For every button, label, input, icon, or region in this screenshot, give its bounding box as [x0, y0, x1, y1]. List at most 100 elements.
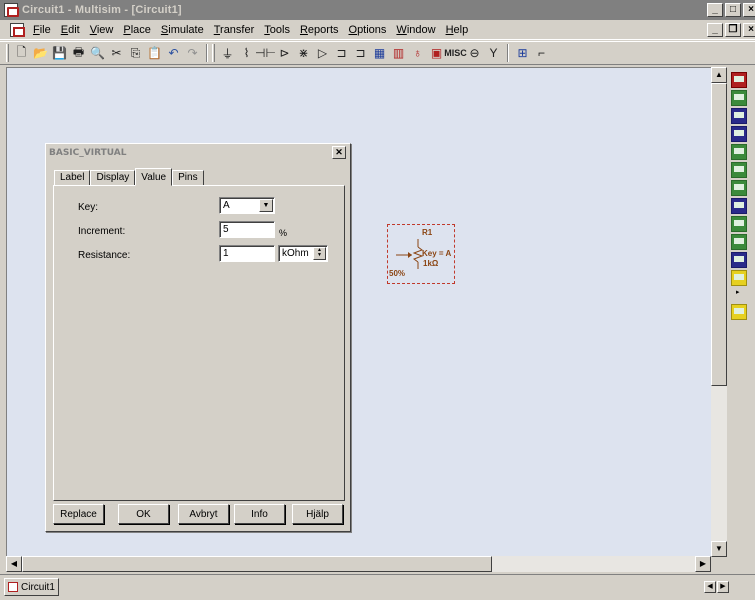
multisim-app-icon[interactable]: [4, 3, 19, 17]
spin-arrows-icon[interactable]: ▲ ▼: [313, 247, 326, 260]
menu-transfer[interactable]: Transfer: [209, 24, 260, 36]
key-select-value: A: [223, 200, 230, 211]
digital-icon[interactable]: ▥: [389, 44, 408, 63]
menu-file[interactable]: File: [28, 24, 56, 36]
labview-instrument-icon[interactable]: [731, 304, 747, 320]
copy-icon[interactable]: ⎘: [126, 44, 145, 63]
dialog-close-button[interactable]: ✕: [332, 146, 346, 159]
toolbar-separator: [507, 44, 509, 62]
bode-plotter-icon[interactable]: [731, 162, 747, 178]
menu-edit[interactable]: Edit: [56, 24, 85, 36]
replace-button[interactable]: Replace: [53, 504, 104, 524]
document-icon[interactable]: [10, 22, 25, 37]
cut-icon[interactable]: ✂: [107, 44, 126, 63]
undo-icon[interactable]: ↶: [164, 44, 183, 63]
window-title: Circuit1 - Multisim - [Circuit1]: [22, 4, 182, 16]
doc-restore-button[interactable]: ❐: [725, 23, 741, 37]
menu-window[interactable]: Window: [391, 24, 440, 36]
power-icon[interactable]: ▣: [427, 44, 446, 63]
resistor-icon[interactable]: ⌇: [237, 44, 256, 63]
help-button[interactable]: Hjälp: [292, 504, 343, 524]
key-select[interactable]: A ▼: [219, 197, 275, 214]
vertical-scrollbar[interactable]: ▲ ▼: [711, 67, 727, 557]
menu-help[interactable]: Help: [441, 24, 474, 36]
open-icon[interactable]: 📂: [31, 44, 50, 63]
cmos-icon[interactable]: ⊐: [351, 44, 370, 63]
doc-close-button[interactable]: ×: [743, 23, 755, 37]
cancel-button[interactable]: Avbryt: [178, 504, 229, 524]
rf-icon[interactable]: ⊖: [465, 44, 484, 63]
scroll-left-arrow[interactable]: ◀: [6, 556, 22, 572]
minimize-button[interactable]: _: [707, 3, 723, 17]
capacitor-icon[interactable]: ⊣⊢: [255, 44, 276, 63]
tab-label[interactable]: Label: [54, 170, 91, 186]
diode-icon[interactable]: ⊳: [275, 44, 294, 63]
increment-input[interactable]: 5: [219, 221, 275, 238]
menu-tools[interactable]: Tools: [259, 24, 295, 36]
info-button[interactable]: Info: [234, 504, 285, 524]
new-icon[interactable]: 🗋: [12, 44, 31, 63]
instruments-toolbar: ▸: [728, 70, 752, 530]
multimeter-icon[interactable]: [731, 72, 747, 88]
component-ref-label: R1: [422, 228, 433, 237]
toolbar-grip[interactable]: [212, 44, 215, 62]
save-icon[interactable]: 💾: [50, 44, 69, 63]
tab-display[interactable]: Display: [90, 170, 136, 186]
menu-view[interactable]: View: [85, 24, 119, 36]
resistance-input[interactable]: 1: [219, 245, 275, 262]
hierarchy-icon[interactable]: ⊞: [513, 44, 532, 63]
tab-prev-arrow[interactable]: ◀: [704, 581, 716, 593]
component-value-label: 1kΩ: [423, 259, 439, 268]
misc-icon[interactable]: MISC: [444, 44, 467, 63]
indicator-icon[interactable]: ♁: [408, 44, 427, 63]
transistor-icon[interactable]: ⋇: [294, 44, 313, 63]
ok-button[interactable]: OK: [118, 504, 169, 524]
scroll-up-arrow[interactable]: ▲: [711, 67, 727, 83]
resistance-unit-spinner[interactable]: kOhm ▲ ▼: [278, 245, 328, 262]
analog-icon[interactable]: ▷: [313, 44, 332, 63]
oscilloscope-icon[interactable]: [731, 126, 747, 142]
function-generator-icon[interactable]: [731, 90, 747, 106]
word-generator-icon[interactable]: [731, 198, 747, 214]
component-r1[interactable]: R1 Key = A 1kΩ 50%: [387, 224, 455, 284]
source-icon[interactable]: ⏚: [218, 44, 237, 63]
tab-next-arrow[interactable]: ▶: [717, 581, 729, 593]
ttl-icon[interactable]: ⊐: [332, 44, 351, 63]
frequency-counter-icon[interactable]: [731, 180, 747, 196]
wattmeter-icon[interactable]: [731, 108, 747, 124]
menu-reports[interactable]: Reports: [295, 24, 344, 36]
bus-icon[interactable]: ⌐: [532, 44, 551, 63]
scroll-down-arrow[interactable]: ▼: [711, 541, 727, 557]
toolbar-grip[interactable]: [6, 44, 9, 62]
close-button[interactable]: ×: [743, 3, 755, 17]
print-icon[interactable]: 🖶: [69, 44, 88, 63]
component-key-label: Key = A: [422, 249, 452, 258]
mcu-icon[interactable]: ▦: [370, 44, 389, 63]
dialog-title-bar[interactable]: BASIC_VIRTUAL ✕: [48, 146, 348, 160]
menu-place[interactable]: Place: [118, 24, 156, 36]
circuit-icon: [8, 582, 18, 592]
chevron-down-icon[interactable]: ▼: [259, 199, 273, 212]
paste-icon[interactable]: 📋: [145, 44, 164, 63]
logic-analyzer-icon[interactable]: [731, 216, 747, 232]
print-preview-icon[interactable]: 🔍: [88, 44, 107, 63]
vertical-scroll-thumb[interactable]: [711, 83, 727, 386]
document-tab-circuit1[interactable]: Circuit1: [4, 578, 59, 596]
distortion-analyzer-icon[interactable]: [731, 270, 747, 286]
logic-converter-icon[interactable]: [731, 234, 747, 250]
more-instruments-icon[interactable]: ▸: [736, 288, 752, 296]
horizontal-scrollbar[interactable]: ◀ ▶: [6, 556, 711, 572]
menu-bar: File Edit View Place Simulate Transfer T…: [0, 20, 755, 40]
tab-pins[interactable]: Pins: [172, 170, 204, 186]
maximize-button[interactable]: □: [725, 3, 741, 17]
tab-value[interactable]: Value: [135, 168, 173, 186]
horizontal-scroll-thumb[interactable]: [22, 556, 492, 572]
redo-icon[interactable]: ↷: [183, 44, 202, 63]
electromechanical-icon[interactable]: Y: [484, 44, 503, 63]
menu-options[interactable]: Options: [344, 24, 392, 36]
scroll-right-arrow[interactable]: ▶: [695, 556, 711, 572]
doc-minimize-button[interactable]: _: [707, 23, 723, 37]
menu-simulate[interactable]: Simulate: [156, 24, 209, 36]
iv-analyzer-icon[interactable]: [731, 252, 747, 268]
four-channel-oscilloscope-icon[interactable]: [731, 144, 747, 160]
